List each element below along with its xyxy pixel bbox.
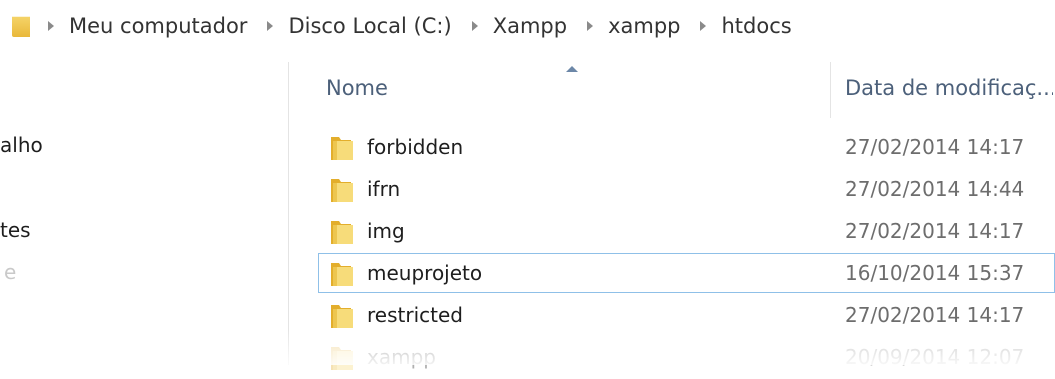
file-name: meuprojeto [367, 261, 483, 285]
navigation-pane: alho tes e [0, 52, 290, 365]
file-name: img [367, 219, 405, 243]
file-name: ifrn [367, 177, 401, 201]
folder-icon [331, 347, 353, 370]
file-name: xampp [367, 345, 436, 369]
folder-icon [331, 137, 353, 160]
file-date: 16/10/2014 15:37 [845, 261, 1025, 285]
breadcrumb-disco-local[interactable]: Disco Local (C:) [288, 14, 451, 38]
folder-icon [331, 221, 353, 244]
chevron-right-icon[interactable] [48, 21, 54, 31]
breadcrumb-meu-computador[interactable]: Meu computador [69, 14, 247, 38]
sort-ascending-icon [566, 66, 578, 72]
file-row-restricted[interactable]: restricted 27/02/2014 14:17 [318, 295, 1055, 335]
chevron-right-icon[interactable] [267, 21, 274, 31]
file-row-ifrn[interactable]: ifrn 27/02/2014 14:44 [318, 169, 1055, 209]
nav-item-area-de-trabalho[interactable]: alho [0, 133, 43, 157]
folder-icon [331, 305, 353, 328]
file-name: restricted [367, 303, 463, 327]
column-header-date[interactable]: Data de modificaç... [845, 76, 1053, 100]
file-list: forbidden 27/02/2014 14:17 ifrn 27/02/20… [318, 127, 1055, 379]
nav-item-faded[interactable]: e [4, 260, 16, 284]
folder-icon [12, 16, 30, 37]
file-row-img[interactable]: img 27/02/2014 14:17 [318, 211, 1055, 251]
file-date: 27/02/2014 14:44 [845, 177, 1025, 201]
chevron-right-icon[interactable] [700, 21, 707, 31]
file-date: 20/09/2014 12:07 [845, 345, 1025, 369]
nav-item-downloads[interactable]: tes [0, 218, 31, 242]
file-name: forbidden [367, 135, 464, 159]
file-row-forbidden[interactable]: forbidden 27/02/2014 14:17 [318, 127, 1055, 167]
folder-icon [331, 179, 353, 202]
file-date: 27/02/2014 14:17 [845, 219, 1025, 243]
file-row-xampp[interactable]: xampp 20/09/2014 12:07 [318, 337, 1055, 377]
breadcrumb-htdocs[interactable]: htdocs [721, 14, 791, 38]
column-header-name[interactable]: Nome [326, 76, 388, 100]
file-row-meuprojeto[interactable]: meuprojeto 16/10/2014 15:37 [318, 253, 1055, 293]
address-bar[interactable]: Meu computador Disco Local (C:) Xampp xa… [0, 0, 1055, 52]
column-divider[interactable] [830, 62, 831, 118]
chevron-right-icon[interactable] [471, 21, 478, 31]
file-date: 27/02/2014 14:17 [845, 303, 1025, 327]
file-date: 27/02/2014 14:17 [845, 135, 1025, 159]
breadcrumb-xampp-root[interactable]: Xampp [493, 14, 567, 38]
chevron-right-icon[interactable] [587, 21, 594, 31]
breadcrumb-xampp[interactable]: xampp [608, 14, 680, 38]
pane-divider[interactable] [288, 62, 289, 365]
folder-icon [331, 263, 353, 286]
